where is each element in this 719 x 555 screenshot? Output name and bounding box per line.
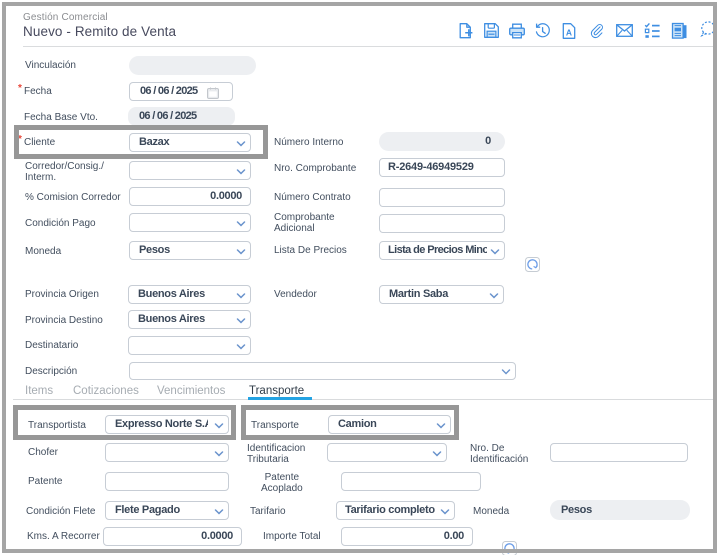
svg-text:A: A: [566, 27, 572, 37]
